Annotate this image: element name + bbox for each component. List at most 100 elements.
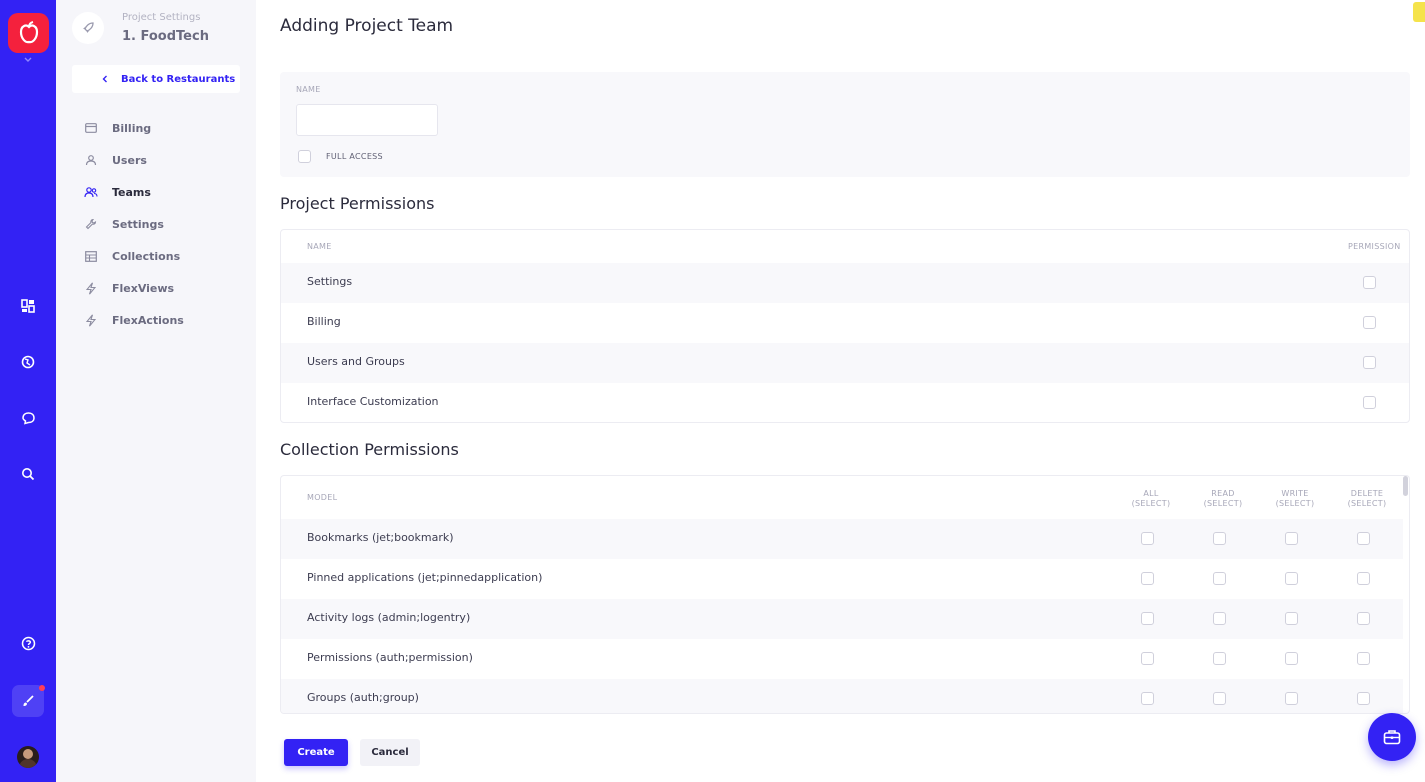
permission-name: Billing bbox=[307, 315, 341, 328]
sidebar-item-flexactions[interactable]: FlexActions bbox=[72, 304, 240, 336]
model-name: Groups (auth;group) bbox=[307, 691, 419, 704]
project-settings-label: Project Settings bbox=[122, 12, 201, 23]
sidebar-item-collections[interactable]: Collections bbox=[72, 240, 240, 272]
write-checkbox[interactable] bbox=[1285, 692, 1298, 705]
column-header-all[interactable]: ALL (SELECT) bbox=[1131, 489, 1171, 509]
chevron-left-icon bbox=[102, 75, 107, 83]
delete-checkbox[interactable] bbox=[1357, 612, 1370, 625]
cancel-button[interactable]: Cancel bbox=[360, 739, 420, 766]
model-name: Pinned applications (jet;pinnedapplicati… bbox=[307, 571, 543, 584]
sidebar-item-users[interactable]: Users bbox=[72, 144, 240, 176]
write-checkbox[interactable] bbox=[1285, 612, 1298, 625]
page-title: Adding Project Team bbox=[280, 16, 454, 36]
wrench-icon bbox=[84, 217, 98, 231]
settings-nav: Billing Users Teams Settings Collections… bbox=[72, 112, 240, 336]
table-row: Billing bbox=[281, 303, 1409, 343]
delete-checkbox[interactable] bbox=[1357, 692, 1370, 705]
sidebar-item-label: FlexActions bbox=[112, 313, 184, 327]
all-checkbox[interactable] bbox=[1141, 612, 1154, 625]
rocket-icon bbox=[72, 12, 104, 44]
all-checkbox[interactable] bbox=[1141, 572, 1154, 585]
corner-badge[interactable] bbox=[1413, 2, 1425, 22]
app-rail bbox=[0, 0, 56, 782]
permission-checkbox[interactable] bbox=[1363, 316, 1376, 329]
column-header-top: READ bbox=[1211, 489, 1235, 498]
table-scrollbar[interactable] bbox=[1402, 476, 1408, 713]
table-row: Permissions (auth;permission) bbox=[281, 639, 1403, 679]
read-checkbox[interactable] bbox=[1213, 652, 1226, 665]
write-checkbox[interactable] bbox=[1285, 532, 1298, 545]
table-row: Settings bbox=[281, 263, 1409, 303]
sidebar-item-label: Collections bbox=[112, 249, 181, 263]
read-checkbox[interactable] bbox=[1213, 572, 1226, 585]
table-row: Groups (auth;group) bbox=[281, 679, 1403, 713]
read-checkbox[interactable] bbox=[1213, 532, 1226, 545]
search-icon[interactable] bbox=[16, 462, 40, 486]
permission-checkbox[interactable] bbox=[1363, 276, 1376, 289]
settings-sidebar: Project Settings 1. FoodTech Back to Res… bbox=[56, 0, 256, 782]
globe-icon[interactable] bbox=[16, 350, 40, 374]
column-header-delete[interactable]: DELETE (SELECT) bbox=[1347, 489, 1387, 509]
create-button[interactable]: Create bbox=[284, 739, 348, 766]
name-label: NAME bbox=[296, 85, 321, 94]
help-icon[interactable] bbox=[16, 631, 40, 655]
avatar[interactable] bbox=[17, 746, 39, 768]
team-name-input[interactable] bbox=[296, 104, 438, 136]
toolbox-fab[interactable] bbox=[1368, 713, 1416, 761]
all-checkbox[interactable] bbox=[1141, 692, 1154, 705]
delete-checkbox[interactable] bbox=[1357, 572, 1370, 585]
apple-logo-icon bbox=[19, 21, 38, 44]
read-checkbox[interactable] bbox=[1213, 692, 1226, 705]
table-header: NAME PERMISSION bbox=[281, 230, 1409, 263]
column-header-select: (SELECT) bbox=[1275, 499, 1315, 508]
collection-permissions-table: MODEL ALL (SELECT) READ (SELECT) WRITE (SEL… bbox=[280, 475, 1410, 714]
brush-icon bbox=[23, 695, 34, 706]
model-name: Permissions (auth;permission) bbox=[307, 651, 473, 664]
bolt-icon bbox=[84, 313, 98, 327]
table-row: Pinned applications (jet;pinnedapplicati… bbox=[281, 559, 1403, 599]
app-logo[interactable] bbox=[8, 13, 49, 53]
delete-checkbox[interactable] bbox=[1357, 532, 1370, 545]
column-header-read[interactable]: READ (SELECT) bbox=[1203, 489, 1243, 509]
table-row: Users and Groups bbox=[281, 343, 1409, 383]
sidebar-item-teams[interactable]: Teams bbox=[72, 176, 240, 208]
write-checkbox[interactable] bbox=[1285, 652, 1298, 665]
permission-checkbox[interactable] bbox=[1363, 396, 1376, 409]
collection-permissions-heading: Collection Permissions bbox=[280, 440, 459, 459]
billing-icon bbox=[84, 121, 98, 135]
project-permissions-table: NAME PERMISSION Settings Billing Users a… bbox=[280, 229, 1410, 423]
bolt-icon bbox=[84, 281, 98, 295]
dashboard-icon[interactable] bbox=[16, 294, 40, 318]
sidebar-item-flexviews[interactable]: FlexViews bbox=[72, 272, 240, 304]
table-icon bbox=[84, 249, 98, 263]
toolbox-icon bbox=[1383, 730, 1401, 745]
main-content: Adding Project Team NAME FULL ACCESS Pro… bbox=[256, 0, 1425, 782]
full-access-checkbox[interactable] bbox=[298, 150, 311, 163]
chat-icon[interactable] bbox=[16, 406, 40, 430]
column-header-permission: PERMISSION bbox=[1348, 242, 1401, 251]
all-checkbox[interactable] bbox=[1141, 652, 1154, 665]
all-checkbox[interactable] bbox=[1141, 532, 1154, 545]
sidebar-item-settings[interactable]: Settings bbox=[72, 208, 240, 240]
scrollbar-thumb[interactable] bbox=[1403, 476, 1408, 496]
sidebar-item-billing[interactable]: Billing bbox=[72, 112, 240, 144]
delete-checkbox[interactable] bbox=[1357, 652, 1370, 665]
chevron-down-icon[interactable] bbox=[22, 56, 34, 64]
table-row: Activity logs (admin;logentry) bbox=[281, 599, 1403, 639]
back-to-restaurants-button[interactable]: Back to Restaurants bbox=[72, 65, 240, 93]
permission-name: Settings bbox=[307, 275, 353, 288]
column-header-select: (SELECT) bbox=[1203, 499, 1243, 508]
column-header-write[interactable]: WRITE (SELECT) bbox=[1275, 489, 1315, 509]
sidebar-item-label: FlexViews bbox=[112, 281, 175, 295]
full-access-label: FULL ACCESS bbox=[326, 152, 383, 161]
collection-table-body: MODEL ALL (SELECT) READ (SELECT) WRITE (SEL… bbox=[281, 476, 1403, 713]
teams-icon bbox=[84, 185, 98, 199]
notification-dot bbox=[39, 685, 45, 691]
permission-checkbox[interactable] bbox=[1363, 356, 1376, 369]
table-row: Interface Customization bbox=[281, 383, 1409, 422]
write-checkbox[interactable] bbox=[1285, 572, 1298, 585]
table-header: MODEL ALL (SELECT) READ (SELECT) WRITE (SEL… bbox=[281, 476, 1403, 519]
column-header-select: (SELECT) bbox=[1131, 499, 1171, 508]
read-checkbox[interactable] bbox=[1213, 612, 1226, 625]
permission-name: Users and Groups bbox=[307, 355, 405, 368]
